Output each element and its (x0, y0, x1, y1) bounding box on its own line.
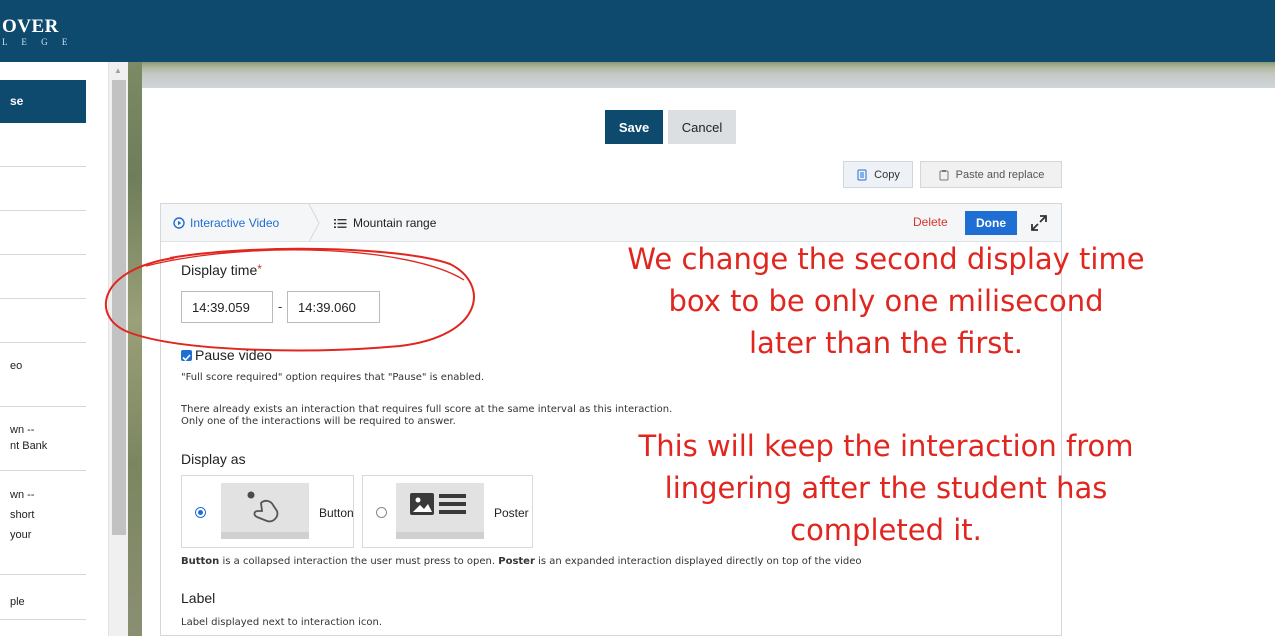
annotation-line: later than the first. (749, 326, 1023, 360)
college-logo-subtitle: L E G E (2, 37, 74, 47)
delete-button[interactable]: Delete (913, 215, 948, 229)
expand-icon[interactable] (1029, 213, 1049, 233)
sidebar-divider (0, 298, 86, 299)
clipboard-icon (939, 169, 949, 180)
pause-video-note: "Full score required" option requires th… (181, 372, 485, 383)
hand-pointer-icon (247, 491, 279, 523)
breadcrumb-separator-icon (308, 204, 320, 242)
radio-button-selected[interactable] (195, 507, 206, 518)
copy-button-label: Copy (874, 168, 900, 181)
sidebar-item-label[interactable]: wn -- (10, 487, 34, 503)
sidebar-divider (0, 470, 86, 471)
pause-video-checkbox[interactable] (181, 350, 192, 362)
annotation-line: box to be only one milisecond (668, 284, 1104, 318)
annotation-line: lingering after the student has (664, 471, 1108, 505)
college-logo[interactable]: OVER (2, 16, 59, 38)
help-text-button: is a collapsed interaction the user must… (219, 556, 499, 567)
sidebar-divider (0, 166, 86, 167)
pause-video-label[interactable]: Pause video (195, 347, 272, 363)
done-button[interactable]: Done (965, 211, 1017, 235)
help-text-poster: is an expanded interaction displayed dir… (534, 556, 862, 567)
sidebar-item-label[interactable]: nt Bank (10, 438, 47, 454)
sidebar-divider (0, 619, 86, 620)
thumbnail-progress-bar (221, 532, 309, 539)
button-preview-thumbnail (221, 483, 309, 539)
annotation-line: completed it. (790, 513, 982, 547)
paste-and-replace-button[interactable]: Paste and replace (920, 161, 1062, 188)
copy-icon (857, 169, 867, 180)
annotation-line: This will keep the interaction from (638, 429, 1134, 463)
sidebar-divider (0, 210, 86, 211)
save-button[interactable]: Save (605, 110, 663, 144)
display-as-help: Button is a collapsed interaction the us… (181, 556, 861, 568)
breadcrumb-interactive-video[interactable]: Interactive Video (173, 216, 279, 230)
option-poster-label: Poster (494, 506, 529, 520)
annotation-ellipse (104, 247, 475, 352)
help-term-button: Button (181, 556, 220, 567)
help-term-poster: Poster (498, 556, 535, 567)
poster-image-text-icon (410, 493, 466, 515)
duplicate-warning-line2: Only one of the interactions will be req… (181, 416, 456, 427)
cancel-button[interactable]: Cancel (668, 110, 736, 144)
sidebar-item-label[interactable]: your (10, 527, 31, 543)
option-button-label: Button (319, 506, 354, 520)
display-as-option-poster[interactable]: Poster (362, 475, 533, 548)
annotation-note-1: We change the second display time box to… (556, 238, 1216, 364)
display-as-option-button[interactable]: Button (181, 475, 354, 548)
paste-button-label: Paste and replace (955, 168, 1045, 181)
sidebar-item-video[interactable]: eo (10, 358, 22, 374)
thumbnail-progress-bar (396, 532, 484, 539)
sidebar-item-label[interactable]: ple (10, 594, 25, 610)
breadcrumb-current-label: Mountain range (353, 216, 437, 230)
checkmark-icon (182, 354, 191, 362)
play-circle-icon (173, 217, 185, 229)
list-icon (334, 218, 347, 228)
sidebar-item-label[interactable]: wn -- (10, 422, 34, 438)
sidebar-item-label[interactable]: short (10, 507, 34, 523)
sidebar-divider (0, 254, 86, 255)
sidebar-divider (0, 342, 86, 343)
annotation-note-2: This will keep the interaction from ling… (556, 425, 1216, 551)
editor-breadcrumb-bar: Interactive Video Mountain range Delete … (161, 204, 1061, 242)
course-sidebar: se eo wn -- nt Bank wn -- short your ple (0, 62, 108, 636)
sidebar-divider (0, 406, 86, 407)
top-header-bar: OVER L E G E (0, 0, 1275, 62)
copy-button[interactable]: Copy (843, 161, 913, 188)
sidebar-item-active[interactable]: se (0, 80, 86, 123)
label-help-text: Label displayed next to interaction icon… (181, 617, 383, 628)
annotation-line: We change the second display time (627, 242, 1145, 276)
duplicate-warning-line1: There already exists an interaction that… (181, 404, 673, 415)
scroll-up-arrow-icon[interactable]: ▲ (114, 66, 122, 75)
poster-preview-thumbnail (396, 483, 484, 539)
breadcrumb-parent-label: Interactive Video (190, 216, 280, 230)
label-heading: Label (181, 590, 216, 606)
breadcrumb-current: Mountain range (334, 216, 436, 230)
radio-button-unselected[interactable] (376, 507, 387, 518)
sidebar-divider (0, 574, 86, 575)
display-as-heading: Display as (181, 451, 246, 467)
